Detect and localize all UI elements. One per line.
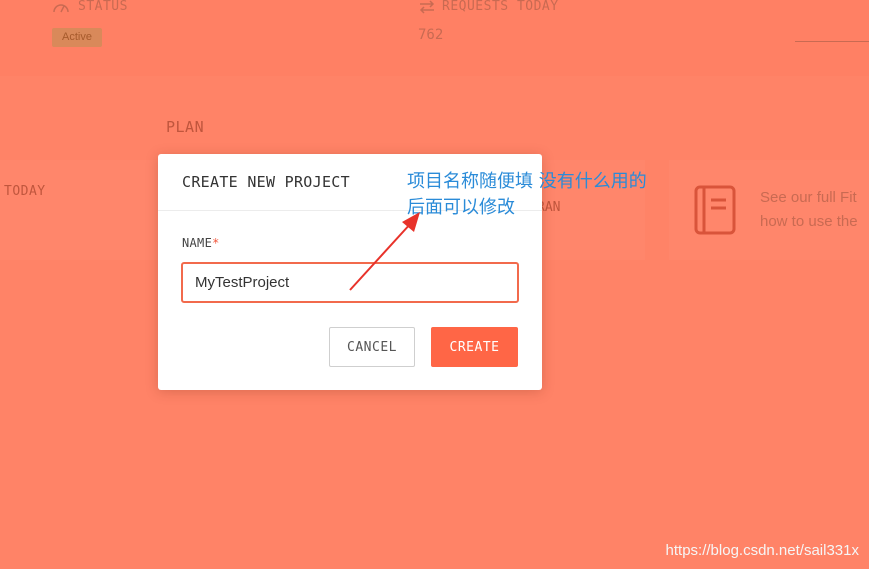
required-mark: * xyxy=(212,236,220,250)
status-badge: Active xyxy=(52,28,102,47)
dialog-title: CREATE NEW PROJECT xyxy=(182,173,350,191)
docs-card-line-1: See our full Fit xyxy=(760,189,857,206)
cancel-button[interactable]: CANCEL xyxy=(329,327,415,367)
name-label-text: NAME xyxy=(182,236,213,250)
sparkline xyxy=(795,41,869,42)
annotation-note: 项目名称随便填 没有什么用的 后面可以修改 xyxy=(407,169,707,221)
requests-today-value: 762 xyxy=(418,27,444,43)
status-label: STATUS xyxy=(78,0,128,14)
docs-card-line-2: how to use the xyxy=(760,213,858,230)
create-button[interactable]: CREATE xyxy=(431,327,518,367)
requests-today-label: REQUESTS TODAY xyxy=(442,0,559,14)
annotation-line-1: 项目名称随便填 没有什么用的 xyxy=(407,171,647,192)
gauge-icon xyxy=(53,4,69,13)
plan-card-today-label: TODAY xyxy=(4,184,46,199)
plan-heading: PLAN xyxy=(166,118,205,136)
swap-arrows-icon xyxy=(419,0,435,14)
annotation-arrow-icon xyxy=(349,212,420,291)
watermark: https://blog.csdn.net/sail331x xyxy=(665,542,859,559)
docs-card-text: See our full Fit how to use the xyxy=(760,186,869,234)
name-field-label: NAME* xyxy=(182,236,220,250)
annotation-line-2: 后面可以修改 xyxy=(407,197,515,218)
